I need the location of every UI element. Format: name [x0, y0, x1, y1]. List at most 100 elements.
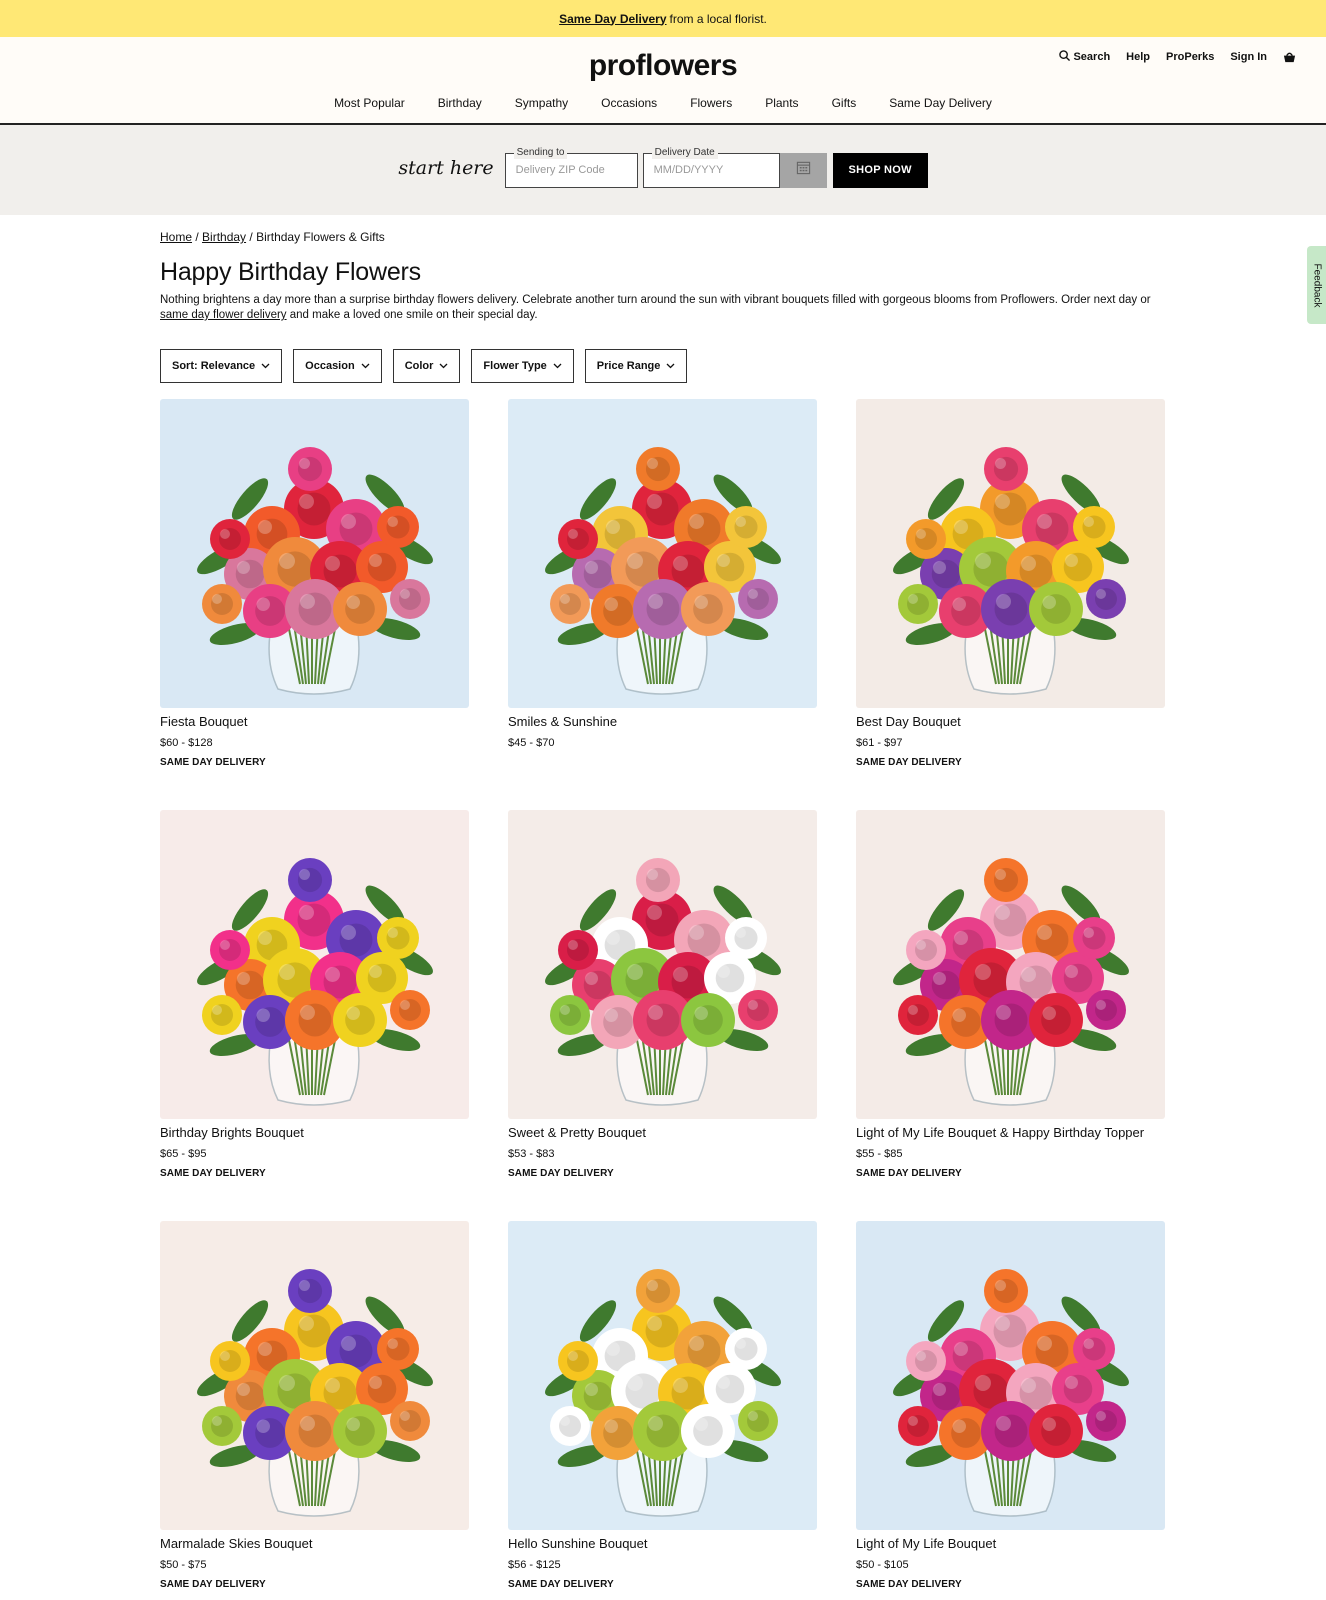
product-image[interactable] — [856, 399, 1165, 708]
nav-plants[interactable]: Plants — [765, 96, 798, 110]
zip-field: Sending to — [504, 146, 638, 188]
price-range-label: Price Range — [596, 360, 661, 372]
same-day-badge: SAME DAY DELIVERY — [508, 1579, 614, 1590]
product-image[interactable] — [508, 1221, 817, 1530]
same-day-badge: SAME DAY DELIVERY — [856, 1579, 962, 1590]
nav-birthday[interactable]: Birthday — [438, 96, 482, 110]
nav-sympathy[interactable]: Sympathy — [515, 96, 568, 110]
chevron-down-icon — [261, 360, 270, 372]
feedback-tab[interactable]: Feedback — [1307, 246, 1326, 324]
product-card[interactable]: Fiesta Bouquet $60 - $128 SAME DAY DELIV… — [160, 399, 469, 769]
main-content: Home / Birthday / Birthday Flowers & Gif… — [160, 230, 1168, 1591]
chevron-down-icon — [439, 360, 448, 372]
help-link[interactable]: Help — [1126, 51, 1150, 63]
product-image[interactable] — [508, 810, 817, 1119]
same-day-flower-delivery-link[interactable]: same day flower delivery — [160, 309, 287, 321]
product-image[interactable] — [160, 399, 469, 708]
product-card[interactable]: Light of My Life Bouquet $50 - $105 SAME… — [856, 1221, 1165, 1591]
occasion-label: Occasion — [305, 360, 355, 372]
product-price: $45 - $70 — [508, 737, 555, 749]
product-price: $61 - $97 — [856, 737, 903, 749]
search-label: Search — [1073, 51, 1111, 63]
promo-banner: Same Day Delivery from a local florist. — [0, 0, 1326, 37]
product-image[interactable] — [508, 399, 817, 708]
sort-label: Sort: Relevance — [172, 360, 256, 372]
cart-icon[interactable] — [1283, 51, 1296, 64]
bouquet-illustration — [545, 1269, 781, 1517]
description-text: Nothing brightens a day more than a surp… — [160, 294, 1151, 306]
product-price: $60 - $128 — [160, 737, 213, 749]
product-name[interactable]: Best Day Bouquet — [856, 714, 1165, 729]
search-icon — [1059, 50, 1071, 64]
properks-link[interactable]: ProPerks — [1166, 51, 1214, 63]
breadcrumb: Home / Birthday / Birthday Flowers & Gif… — [160, 230, 1168, 244]
flower-type-label: Flower Type — [483, 360, 547, 372]
product-image[interactable] — [160, 810, 469, 1119]
sign-in-link[interactable]: Sign In — [1230, 51, 1267, 63]
product-card[interactable]: Birthday Brights Bouquet $65 - $95 SAME … — [160, 810, 469, 1180]
nav-occasions[interactable]: Occasions — [601, 96, 657, 110]
bouquet-illustration — [545, 447, 781, 695]
product-card[interactable]: Marmalade Skies Bouquet $50 - $75 SAME D… — [160, 1221, 469, 1591]
same-day-badge: SAME DAY DELIVERY — [508, 1168, 614, 1179]
chevron-down-icon — [553, 360, 562, 372]
product-name[interactable]: Hello Sunshine Bouquet — [508, 1536, 817, 1551]
flower-type-filter[interactable]: Flower Type — [471, 349, 574, 383]
start-here-label: start here — [398, 156, 494, 179]
nav-flowers[interactable]: Flowers — [690, 96, 732, 110]
product-name[interactable]: Light of My Life Bouquet & Happy Birthda… — [856, 1125, 1165, 1140]
feedback-label: Feedback — [1311, 263, 1323, 307]
product-card[interactable]: Smiles & Sunshine $45 - $70 — [508, 399, 817, 769]
same-day-badge: SAME DAY DELIVERY — [856, 757, 962, 768]
zip-legend: Sending to — [513, 146, 568, 159]
product-image[interactable] — [856, 810, 1165, 1119]
chevron-down-icon — [361, 360, 370, 372]
same-day-badge: SAME DAY DELIVERY — [160, 757, 266, 768]
sort-dropdown[interactable]: Sort: Relevance — [160, 349, 283, 383]
site-header: proflowers Search Help ProPerks Sign In … — [0, 37, 1326, 125]
nav-most-popular[interactable]: Most Popular — [334, 96, 405, 110]
color-label: Color — [404, 360, 434, 372]
bouquet-illustration — [893, 447, 1129, 695]
product-name[interactable]: Birthday Brights Bouquet — [160, 1125, 469, 1140]
product-card[interactable]: Sweet & Pretty Bouquet $53 - $83 SAME DA… — [508, 810, 817, 1180]
product-name[interactable]: Marmalade Skies Bouquet — [160, 1536, 469, 1551]
bouquet-illustration — [197, 858, 433, 1106]
nav-same-day-delivery[interactable]: Same Day Delivery — [889, 96, 992, 110]
utility-nav: Search Help ProPerks Sign In — [1059, 50, 1296, 64]
product-image[interactable] — [856, 1221, 1165, 1530]
product-name[interactable]: Light of My Life Bouquet — [856, 1536, 1165, 1551]
price-range-filter[interactable]: Price Range — [584, 349, 688, 383]
date-legend: Delivery Date — [651, 146, 718, 159]
page-description: Nothing brightens a day more than a surp… — [160, 293, 1160, 323]
product-card[interactable]: Hello Sunshine Bouquet $56 - $125 SAME D… — [508, 1221, 817, 1591]
product-card[interactable]: Light of My Life Bouquet & Happy Birthda… — [856, 810, 1165, 1180]
main-nav: Most Popular Birthday Sympathy Occasions… — [0, 96, 1326, 110]
date-field: Delivery Date — [642, 146, 780, 188]
product-name[interactable]: Smiles & Sunshine — [508, 714, 817, 729]
occasion-filter[interactable]: Occasion — [293, 349, 382, 383]
product-card[interactable]: Best Day Bouquet $61 - $97 SAME DAY DELI… — [856, 399, 1165, 769]
shop-now-button[interactable]: SHOP NOW — [832, 152, 928, 188]
description-text-end: and make a loved one smile on their spec… — [289, 309, 538, 321]
filter-bar: Sort: Relevance Occasion Color Flower Ty… — [160, 349, 1168, 383]
search-button[interactable]: Search — [1059, 50, 1110, 64]
chevron-down-icon — [666, 360, 675, 372]
product-image[interactable] — [160, 1221, 469, 1530]
product-price: $55 - $85 — [856, 1148, 903, 1160]
same-day-badge: SAME DAY DELIVERY — [856, 1168, 962, 1179]
calendar-icon — [796, 160, 811, 180]
product-price: $56 - $125 — [508, 1559, 561, 1571]
nav-gifts[interactable]: Gifts — [832, 96, 857, 110]
calendar-button[interactable] — [779, 152, 827, 188]
color-filter[interactable]: Color — [392, 349, 461, 383]
breadcrumb-birthday[interactable]: Birthday — [202, 230, 246, 244]
product-name[interactable]: Fiesta Bouquet — [160, 714, 469, 729]
breadcrumb-current: Birthday Flowers & Gifts — [256, 230, 385, 244]
product-price: $50 - $105 — [856, 1559, 909, 1571]
product-price: $53 - $83 — [508, 1148, 555, 1160]
same-day-delivery-link[interactable]: Same Day Delivery — [559, 12, 666, 26]
product-name[interactable]: Sweet & Pretty Bouquet — [508, 1125, 817, 1140]
breadcrumb-home[interactable]: Home — [160, 230, 192, 244]
bouquet-illustration — [197, 447, 433, 695]
